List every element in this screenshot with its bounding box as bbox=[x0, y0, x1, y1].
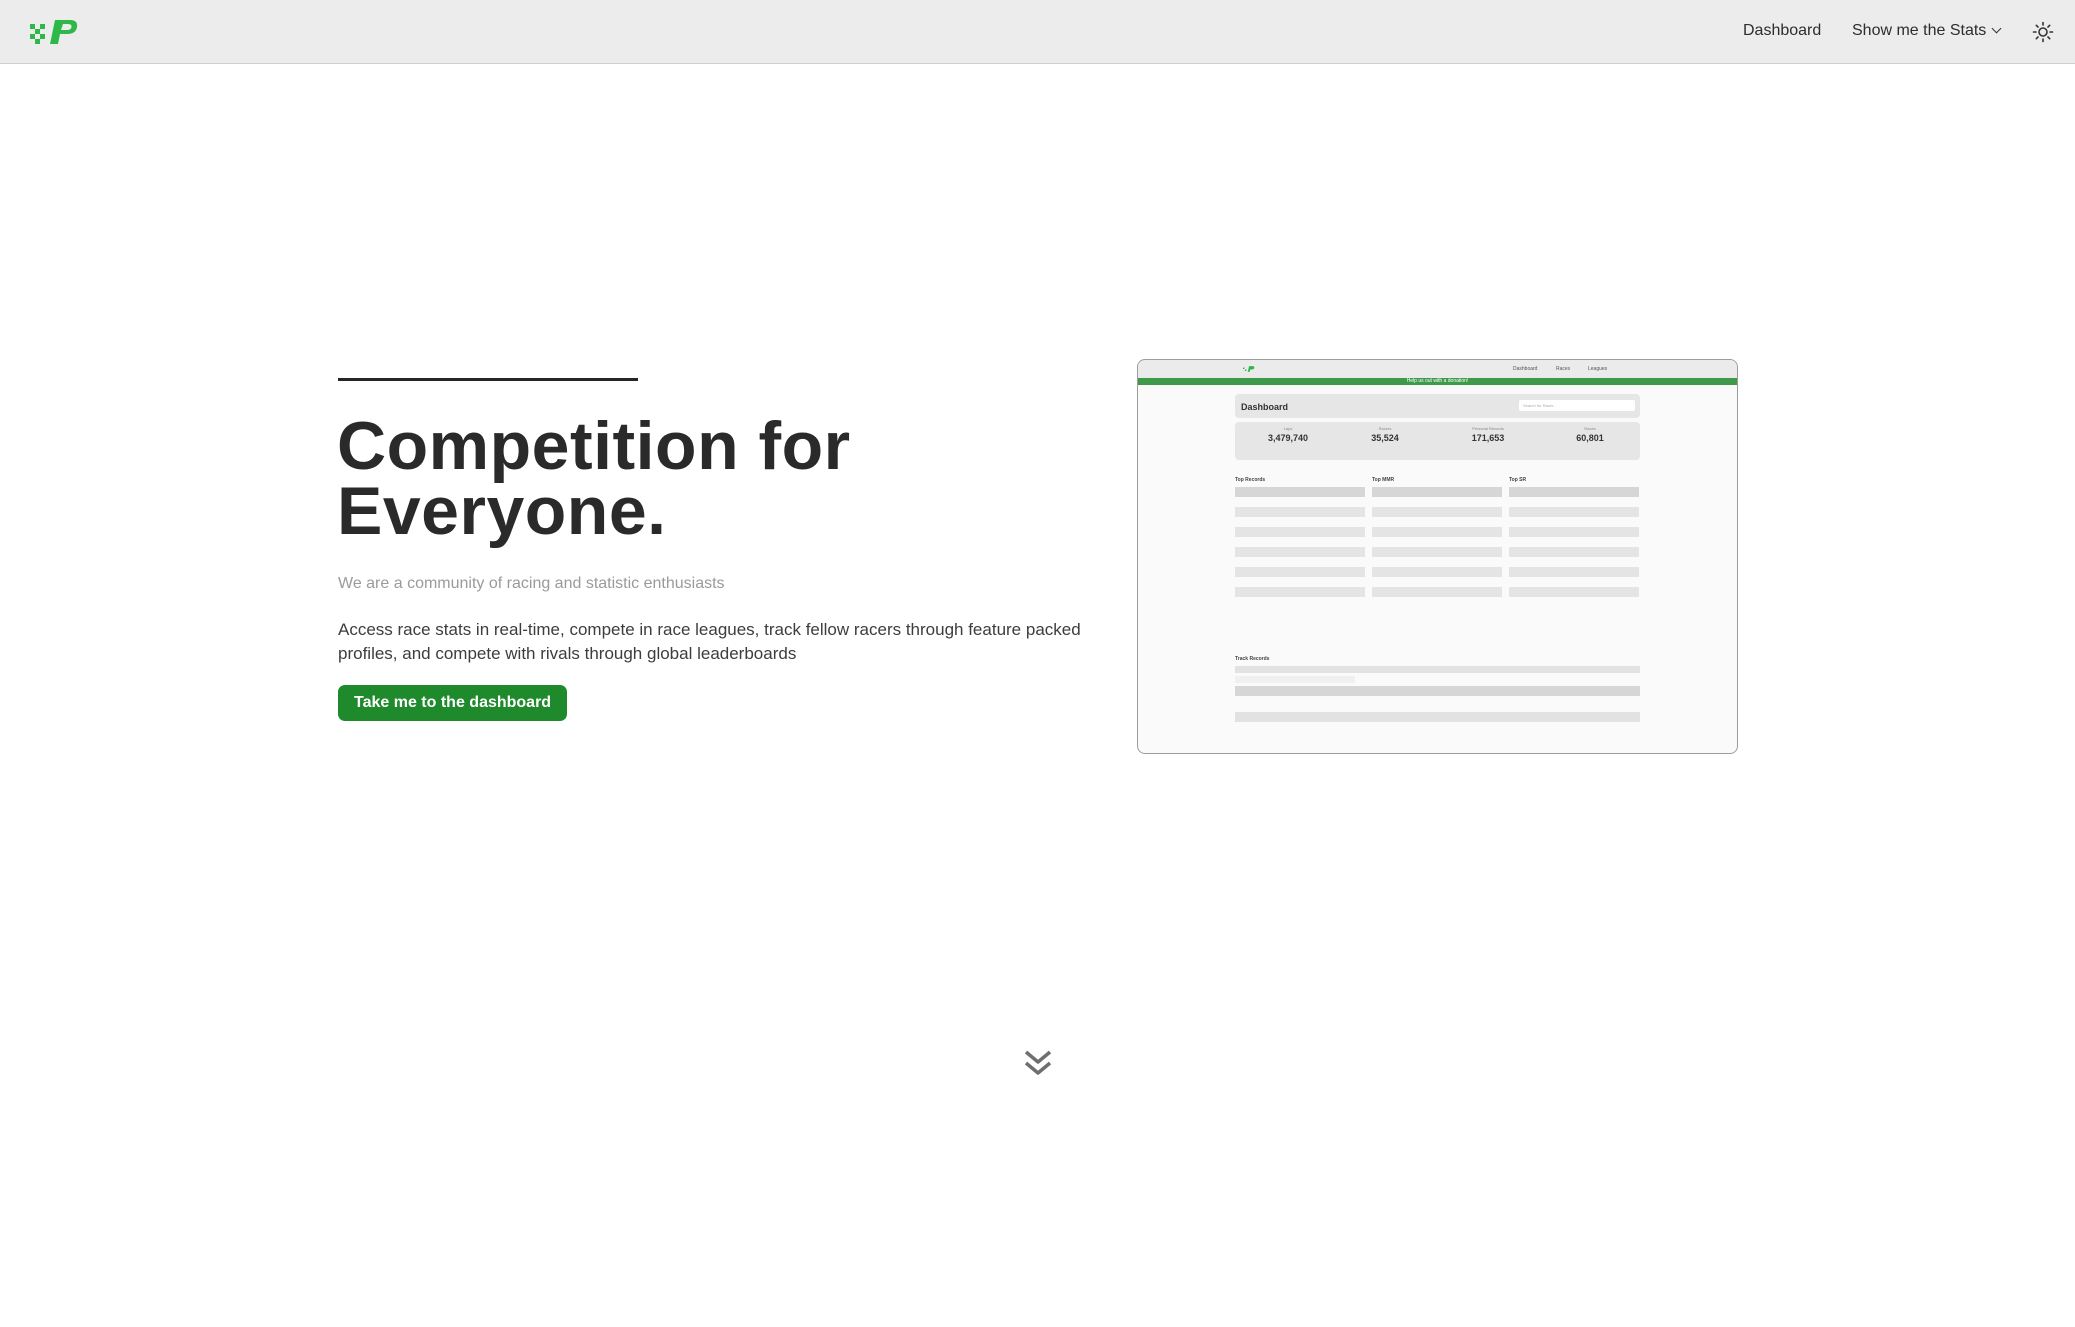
hero-divider bbox=[338, 378, 638, 381]
headline-line-2: Everyone. bbox=[337, 473, 667, 549]
top-navbar: Dashboard Show me the Stats bbox=[0, 0, 2075, 64]
stat-value: 35,524 bbox=[1371, 433, 1399, 443]
preview-stat: Personal Records 171,653 bbox=[1448, 426, 1528, 443]
preview-search: Search for Racer... bbox=[1519, 400, 1635, 411]
stat-value: 60,801 bbox=[1576, 433, 1604, 443]
stat-label: Racers bbox=[1378, 426, 1392, 431]
stat-value: 3,479,740 bbox=[1267, 433, 1309, 443]
preview-table bbox=[1235, 487, 1365, 597]
preview-section-title: Track Records bbox=[1235, 656, 1270, 662]
preview-section-title: Top Records bbox=[1235, 477, 1266, 483]
preview-table bbox=[1509, 487, 1639, 597]
preview-nav-item: Races bbox=[1556, 366, 1571, 372]
hero-headline: Competition for Everyone. bbox=[337, 412, 1037, 545]
preview-donation-banner: Help us out with a donation! bbox=[1138, 378, 1737, 385]
dashboard-preview-image: Dashboard Races Leagues Help us out with… bbox=[1137, 359, 1738, 754]
hero-description: Access race stats in real-time, compete … bbox=[338, 620, 1081, 663]
preview-navbar: Dashboard Races Leagues bbox=[1138, 360, 1737, 378]
preview-stat: Races 60,801 bbox=[1550, 426, 1630, 443]
dashboard-cta-button[interactable]: Take me to the dashboard bbox=[338, 685, 568, 721]
stat-label: Laps bbox=[1283, 426, 1293, 431]
preview-banner-text: Help us out with a donation! bbox=[1406, 378, 1469, 384]
preview-track-records bbox=[1235, 666, 1640, 738]
preview-nav-item: Leagues bbox=[1588, 366, 1608, 372]
nav-stats-dropdown[interactable]: Show me the Stats bbox=[1852, 22, 2002, 40]
double-chevron-down-icon[interactable] bbox=[1021, 1047, 1055, 1081]
stat-value: 171,653 bbox=[1471, 433, 1505, 443]
preview-logo-icon bbox=[1243, 366, 1255, 372]
preview-stat: Laps 3,479,740 bbox=[1248, 426, 1328, 443]
nav-dashboard-link[interactable]: Dashboard bbox=[1743, 22, 1821, 40]
chevron-down-icon bbox=[1991, 23, 2002, 34]
logo-icon[interactable] bbox=[30, 18, 80, 46]
nav-stats-label: Show me the Stats bbox=[1852, 22, 1987, 39]
preview-table bbox=[1372, 487, 1502, 597]
preview-nav-item: Dashboard bbox=[1513, 366, 1538, 372]
sun-icon[interactable] bbox=[2032, 21, 2054, 43]
preview-section-title: Top MMR bbox=[1372, 477, 1395, 483]
preview-section-title: Top SR bbox=[1509, 477, 1527, 483]
stat-label: Personal Records bbox=[1472, 426, 1504, 431]
stat-label: Races bbox=[1584, 426, 1596, 431]
hero-tagline: We are a community of racing and statist… bbox=[338, 575, 725, 592]
preview-title: Dashboard bbox=[1241, 402, 1289, 412]
preview-stat: Racers 35,524 bbox=[1345, 426, 1425, 443]
